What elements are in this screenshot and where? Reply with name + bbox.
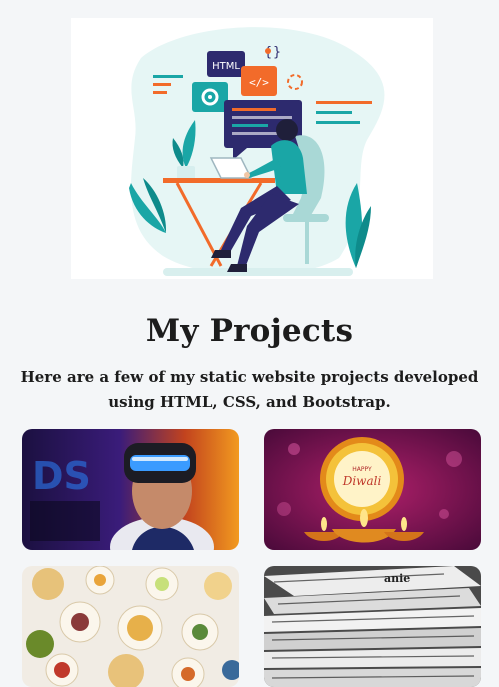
developer-illustration: HTML { } </> [129, 27, 385, 276]
html-badge-label: HTML [212, 61, 240, 72]
svg-text:</>: </> [249, 76, 269, 89]
vr-project-thumbnail: DS [22, 429, 239, 550]
section-title: My Projects [145, 313, 354, 349]
diwali-project-thumbnail: HAPPY Diwali [264, 429, 481, 550]
svg-text:}: } [273, 45, 281, 60]
svg-text:DS: DS [32, 454, 91, 498]
food-project-thumbnail [22, 566, 239, 687]
project-card-diwali[interactable]: HAPPY Diwali [264, 429, 481, 550]
project-card-newspaper[interactable]: anie [264, 566, 481, 687]
section-subtitle: Here are a few of my static website proj… [20, 368, 479, 411]
project-card-food[interactable] [22, 566, 239, 687]
hero-illustration: HTML { } </> [71, 18, 433, 279]
project-card-vr[interactable]: DS [22, 429, 239, 550]
diwali-badge-main: Diwali [342, 474, 382, 488]
newspaper-project-thumbnail: anie [264, 566, 481, 687]
svg-text:anie: anie [384, 572, 410, 585]
diwali-badge-top: HAPPY [352, 466, 372, 473]
